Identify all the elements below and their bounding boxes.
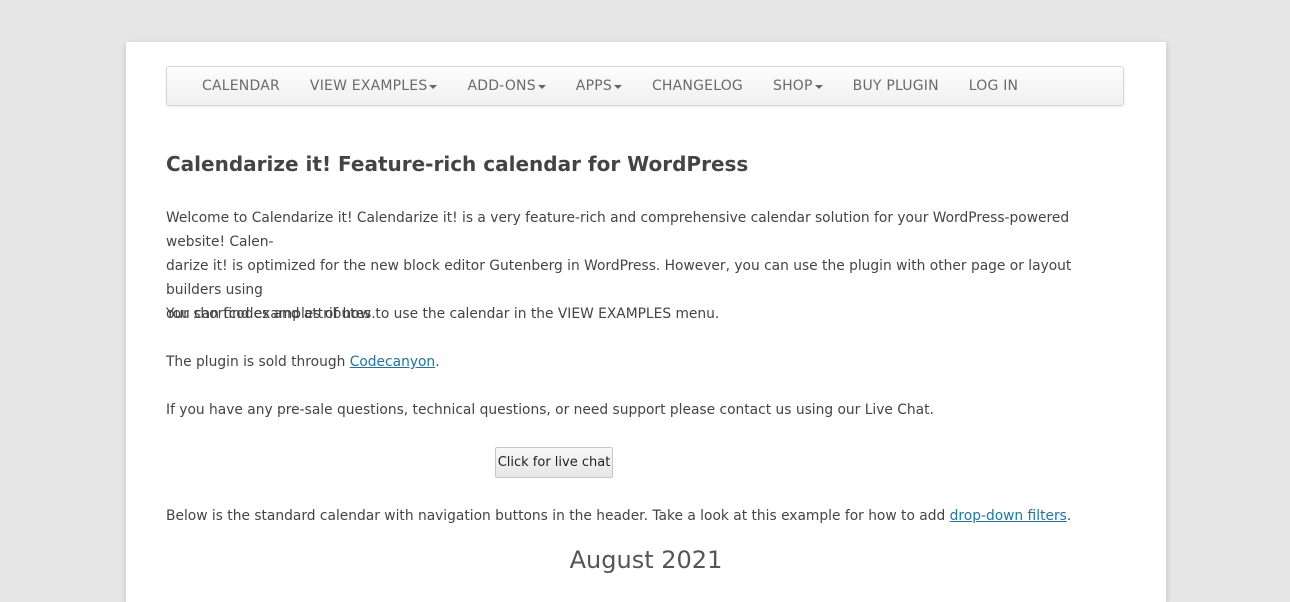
drop-down-filters-link[interactable]: drop-down filters: [950, 508, 1067, 524]
nav-item-label: BUY PLUGIN: [852, 78, 939, 94]
nav-item-label: LOG IN: [968, 78, 1019, 94]
sold-suffix: .: [435, 354, 440, 370]
nav-item-apps[interactable]: APPS: [576, 78, 622, 94]
nav-item-label: SHOP: [772, 78, 813, 94]
nav-item-add-ons[interactable]: ADD-ONS: [467, 78, 546, 94]
page-container: CALENDAR VIEW EXAMPLES ADD-ONS APPS CHAN…: [126, 42, 1166, 602]
below-prefix: Below is the standard calendar with navi…: [166, 508, 950, 524]
support-paragraph: If you have any pre-sale questions, tech…: [166, 402, 934, 418]
page-title: Calendarize it! Feature-rich calendar fo…: [166, 152, 749, 176]
nav-item-buy-plugin[interactable]: BUY PLUGIN: [853, 78, 939, 94]
nav-item-changelog[interactable]: CHANGELOG: [652, 78, 743, 94]
sold-through-paragraph: The plugin is sold through Codecanyon.: [166, 350, 1124, 374]
examples-paragraph: You can find examples of how to use the …: [166, 306, 720, 322]
nav-item-log-in[interactable]: LOG IN: [969, 78, 1018, 94]
sold-prefix: The plugin is sold through: [166, 354, 350, 370]
caret-down-icon: [429, 84, 438, 89]
nav-item-label: APPS: [575, 78, 612, 94]
nav-item-label: CALENDAR: [202, 78, 280, 94]
caret-down-icon: [613, 84, 622, 89]
caret-down-icon: [537, 84, 546, 89]
intro-line: darize it! is optimized for the new bloc…: [166, 258, 1072, 298]
intro-line: Welcome to Calendarize it! Calendarize i…: [166, 210, 1070, 250]
calendar-intro-paragraph: Below is the standard calendar with navi…: [166, 504, 1124, 528]
codecanyon-link[interactable]: Codecanyon: [350, 354, 435, 370]
nav-item-label: CHANGELOG: [651, 78, 743, 94]
caret-down-icon: [814, 84, 823, 89]
nav-item-label: ADD-ONS: [467, 78, 536, 94]
nav-item-label: VIEW EXAMPLES: [309, 78, 428, 94]
calendar-month-title: August 2021: [569, 546, 723, 574]
main-navigation: CALENDAR VIEW EXAMPLES ADD-ONS APPS CHAN…: [166, 66, 1124, 106]
live-chat-button[interactable]: Click for live chat: [495, 447, 613, 478]
nav-item-calendar[interactable]: CALENDAR: [202, 78, 280, 94]
nav-item-shop[interactable]: SHOP: [773, 78, 823, 94]
below-suffix: .: [1066, 508, 1072, 524]
nav-item-view-examples[interactable]: VIEW EXAMPLES: [310, 78, 438, 94]
